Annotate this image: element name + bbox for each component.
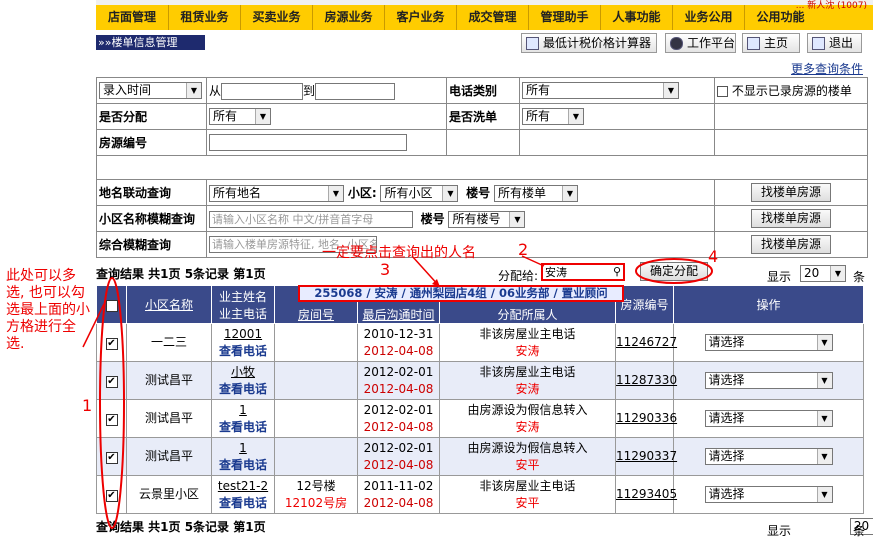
annotation-checkbox-ellipse (99, 277, 125, 529)
annotation-confirm-ellipse (635, 258, 713, 284)
annotation-arrow-2 (521, 255, 545, 267)
annotation-overlay (82, 255, 713, 529)
